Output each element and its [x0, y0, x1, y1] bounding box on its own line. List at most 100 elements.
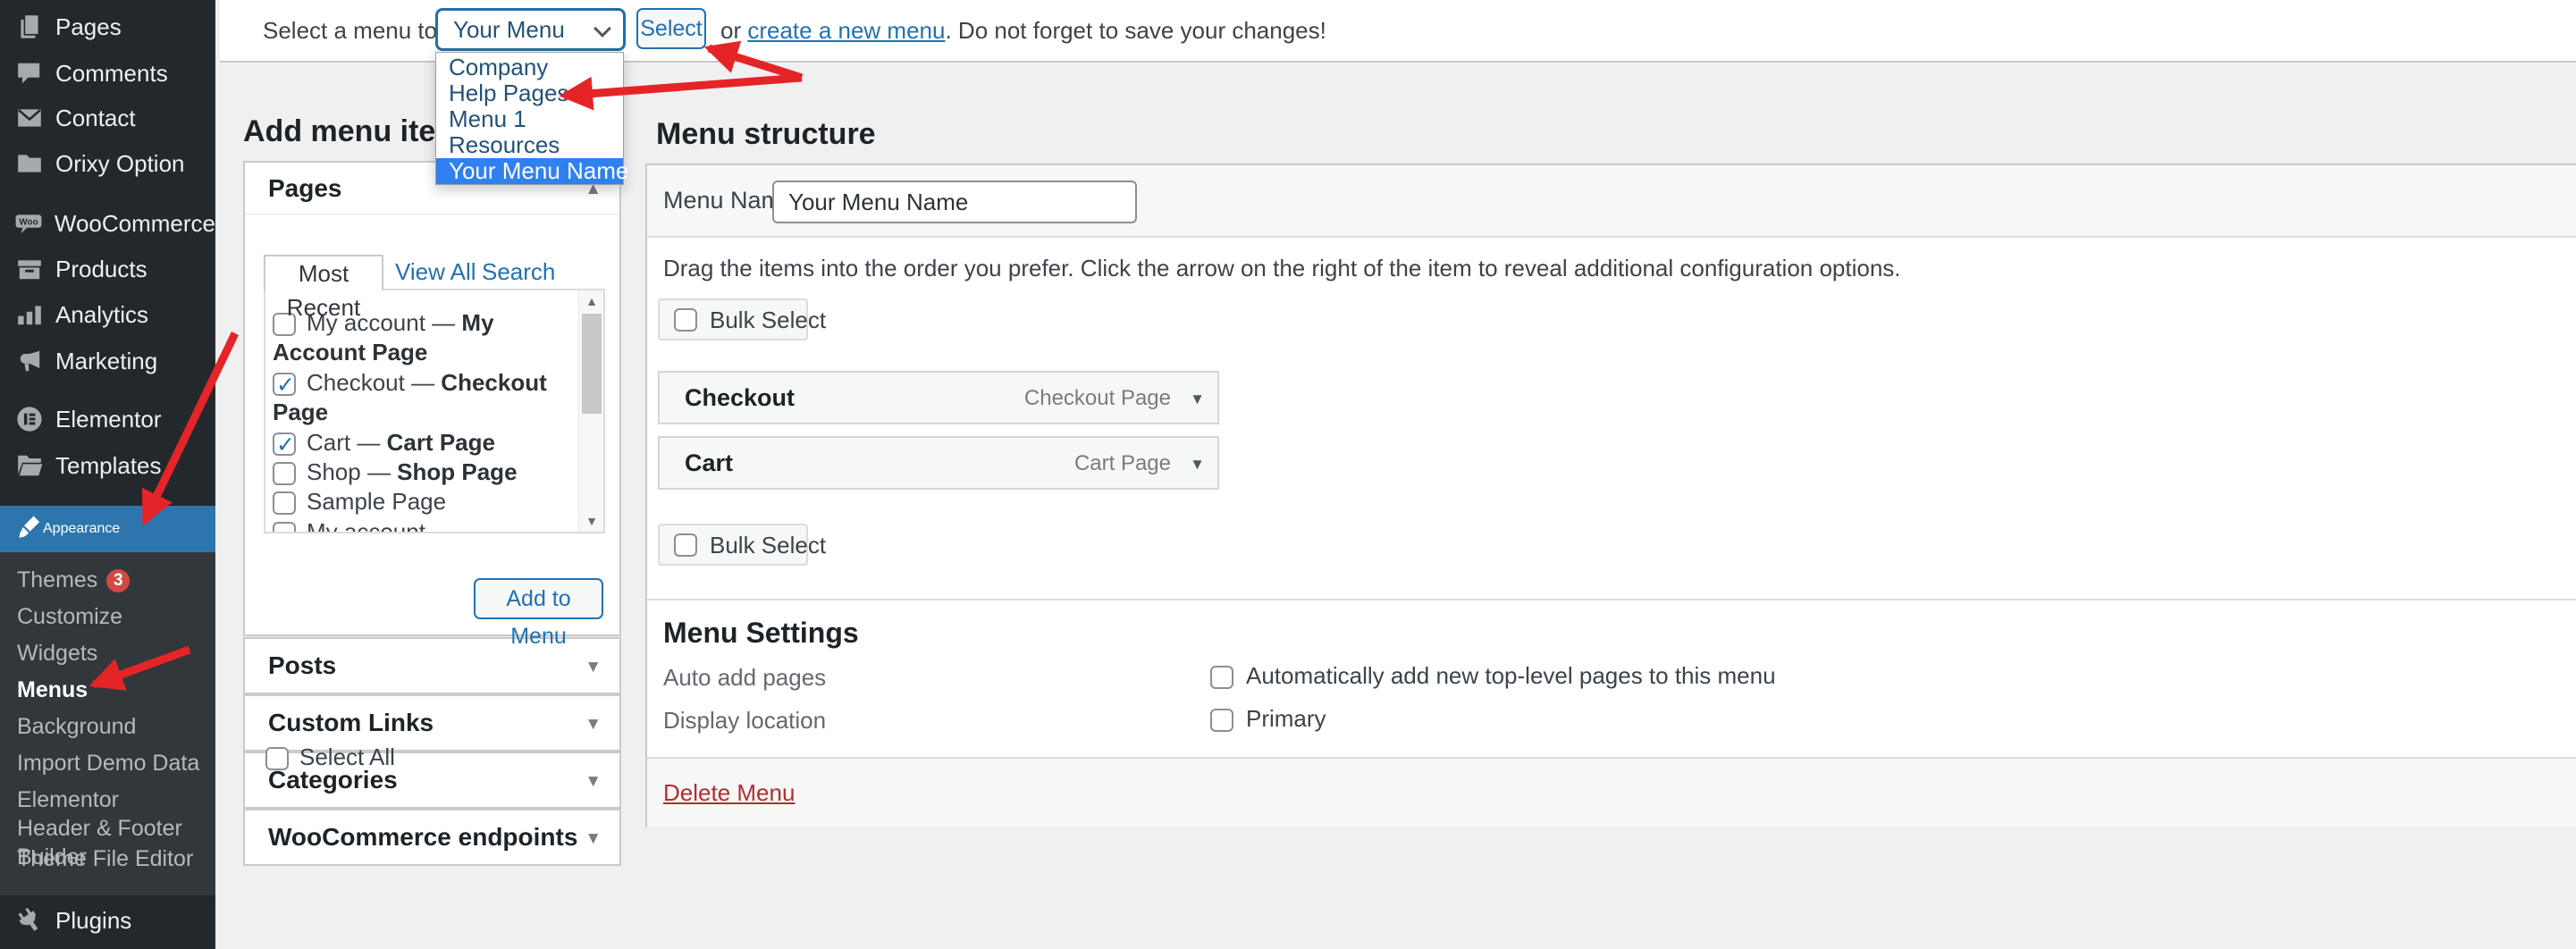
sidebar-item-products[interactable]: Products: [0, 246, 215, 292]
divider: [647, 599, 2576, 600]
scroll-up-icon[interactable]: ▲: [579, 290, 604, 312]
create-new-menu-link[interactable]: create a new menu: [747, 17, 945, 44]
page-checkbox-row[interactable]: Sample Page: [273, 487, 573, 516]
submenu-item-widgets[interactable]: Widgets: [0, 639, 215, 668]
chevron-down-icon: ▼: [585, 696, 602, 748]
menu-structure-heading: Menu structure: [656, 117, 876, 152]
chevron-down-icon: ▼: [585, 753, 602, 805]
menu-item-cart[interactable]: Cart Cart Page ▼: [658, 436, 1219, 490]
submenu-item-themes[interactable]: Themes3: [0, 566, 215, 594]
checkbox-checked[interactable]: [273, 373, 296, 396]
menu-item-checkout[interactable]: Checkout Checkout Page ▼: [658, 371, 1219, 424]
folder-icon: [14, 148, 45, 179]
checkbox-unchecked[interactable]: [674, 533, 697, 557]
expand-item-icon[interactable]: ▼: [1190, 438, 1205, 489]
checkbox-unchecked[interactable]: [1210, 666, 1233, 689]
chevron-down-icon: ▼: [585, 810, 602, 862]
sidebar-item-label: WooCommerce: [55, 210, 215, 238]
dropdown-option-help-pages[interactable]: Help Pages: [436, 80, 623, 106]
submenu-item-menus[interactable]: Menus: [0, 676, 215, 704]
scroll-down-icon[interactable]: ▼: [579, 510, 604, 532]
open-folder-icon: [14, 450, 45, 481]
sidebar-item-marketing[interactable]: Marketing: [0, 338, 215, 384]
checkbox-unchecked[interactable]: [273, 491, 296, 515]
panel-footer: Delete Menu: [647, 757, 2576, 827]
checkbox-unchecked[interactable]: [674, 308, 697, 332]
checkbox-unchecked[interactable]: [265, 747, 289, 770]
woocommerce-endpoints-accordion[interactable]: WooCommerce endpoints▼: [243, 809, 621, 866]
pages-checklist: My account — My Account Page Checkout — …: [264, 289, 605, 533]
tab-search[interactable]: Search: [482, 255, 555, 290]
sidebar-item-orixy-option[interactable]: Orixy Option: [0, 140, 215, 187]
scrollbar-thumb[interactable]: [582, 314, 602, 414]
woocommerce-icon: Woo: [14, 208, 44, 239]
sidebar-item-label: Elementor: [55, 406, 162, 433]
appearance-submenu: Themes3 Customize Widgets Menus Backgrou…: [0, 552, 215, 895]
page-checkbox-row[interactable]: Cart — Cart Page: [273, 428, 573, 458]
dropdown-option-company[interactable]: Company: [436, 55, 623, 80]
sidebar-item-appearance[interactable]: Appearance: [0, 506, 215, 552]
select-button[interactable]: Select: [636, 8, 706, 49]
scrollbar[interactable]: ▲ ▼: [578, 290, 603, 532]
sidebar-item-label: Templates: [55, 452, 162, 480]
expand-item-icon[interactable]: ▼: [1190, 373, 1205, 424]
submenu-item-customize[interactable]: Customize: [0, 602, 215, 631]
brush-icon: [14, 513, 43, 546]
elementor-icon: [14, 404, 45, 434]
sidebar-item-label: Products: [55, 256, 147, 283]
sidebar-item-label: Plugins: [55, 907, 131, 935]
submenu-item-background[interactable]: Background: [0, 712, 215, 741]
submenu-item-theme-file-editor[interactable]: Theme File Editor: [0, 844, 215, 873]
page-checkbox-row[interactable]: My account: [273, 517, 573, 533]
sidebar-item-label: Analytics: [55, 301, 148, 329]
dropdown-option-resources[interactable]: Resources: [436, 132, 623, 158]
checkbox-checked[interactable]: [273, 433, 296, 456]
dropdown-option-your-menu-name[interactable]: Your Menu Name: [436, 158, 623, 184]
sidebar-item-plugins[interactable]: Plugins: [0, 897, 215, 944]
sidebar-item-elementor[interactable]: Elementor: [0, 396, 215, 442]
page-checkbox-row[interactable]: Checkout — Checkout Page: [273, 368, 573, 428]
sidebar-item-comments[interactable]: Comments: [0, 50, 215, 97]
menu-select-dropdown[interactable]: Your Menu Name: [435, 8, 626, 51]
bulk-select-top[interactable]: Bulk Select: [658, 298, 808, 340]
plug-icon: [14, 905, 45, 936]
menu-select-open-list: Company Help Pages Menu 1 Resources Your…: [435, 52, 624, 185]
sidebar-item-label: Comments: [55, 60, 168, 88]
create-menu-hint: or create a new menu. Do not forget to s…: [720, 0, 1326, 61]
bulk-select-bottom[interactable]: Bulk Select: [658, 524, 808, 566]
bar-chart-icon: [14, 299, 45, 330]
megaphone-icon: [14, 346, 45, 376]
checkbox-unchecked[interactable]: [273, 462, 296, 485]
chevron-down-icon: ▼: [585, 639, 602, 691]
add-to-menu-button[interactable]: Add to Menu: [474, 578, 603, 619]
drag-instructions: Drag the items into the order you prefer…: [663, 255, 1901, 282]
wordpress-admin-menus-page: Pages Comments Contact Orixy Option Woo …: [0, 0, 2576, 949]
sidebar-item-woocommerce[interactable]: Woo WooCommerce: [0, 200, 215, 247]
sidebar-item-templates[interactable]: Templates: [0, 442, 215, 489]
display-location-primary-option[interactable]: Primary: [1210, 705, 1326, 733]
comments-icon: [14, 58, 45, 88]
display-location-label: Display location: [663, 707, 826, 735]
update-count-badge: 3: [106, 569, 130, 592]
menu-name-header: Menu Name: [647, 165, 2576, 238]
select-all-row[interactable]: Select All: [265, 743, 395, 771]
checkbox-unchecked[interactable]: [1210, 709, 1233, 732]
sidebar-item-pages[interactable]: Pages: [0, 4, 215, 50]
auto-add-pages-label: Auto add pages: [663, 664, 826, 692]
submenu-item-import-demo-data[interactable]: Import Demo Data: [0, 749, 215, 777]
dropdown-option-menu-1[interactable]: Menu 1: [436, 106, 623, 132]
pages-accordion-panel: Pages ▲ Most Recent View All Search My a…: [243, 161, 621, 636]
sidebar-item-contact[interactable]: Contact: [0, 95, 215, 141]
tab-most-recent[interactable]: Most Recent: [264, 255, 383, 290]
sidebar-item-label: Contact: [55, 105, 136, 132]
sidebar-item-label: Orixy Option: [55, 150, 185, 178]
pages-icon: [14, 12, 45, 42]
tab-view-all[interactable]: View All: [395, 255, 476, 290]
menu-settings-heading: Menu Settings: [663, 617, 859, 650]
checkbox-unchecked[interactable]: [273, 522, 296, 533]
page-checkbox-row[interactable]: Shop — Shop Page: [273, 458, 573, 487]
auto-add-pages-option[interactable]: Automatically add new top-level pages to…: [1210, 662, 1776, 690]
delete-menu-link[interactable]: Delete Menu: [663, 759, 795, 827]
menu-name-input[interactable]: [772, 181, 1137, 223]
sidebar-item-analytics[interactable]: Analytics: [0, 291, 215, 338]
